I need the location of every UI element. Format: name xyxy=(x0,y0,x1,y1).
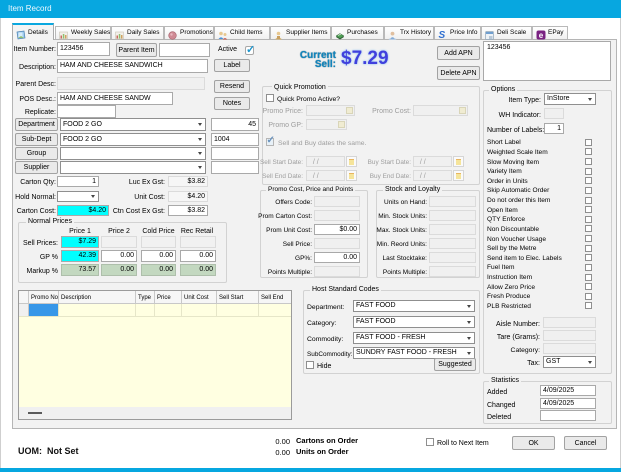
svg-text:e: e xyxy=(539,31,544,40)
svg-text:S: S xyxy=(439,30,446,40)
